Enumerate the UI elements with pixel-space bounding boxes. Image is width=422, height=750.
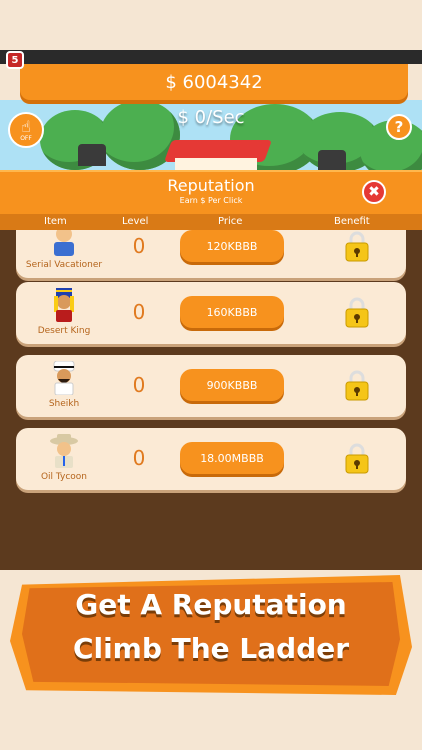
lock-icon [345, 297, 369, 328]
close-button[interactable]: ✖ [362, 180, 386, 204]
hand-pointer-icon: ☝ [21, 116, 31, 136]
list-item: Serial Vacationer 0 120KBBB [16, 230, 406, 278]
item-level: 0 [132, 446, 146, 470]
lock-icon [345, 231, 369, 262]
chimney [318, 150, 346, 172]
item-name: Oil Tycoon [40, 472, 88, 482]
column-benefit: Benefit [334, 216, 370, 227]
lock-icon [345, 370, 369, 401]
item-name: Sheikh [48, 399, 80, 409]
item-level: 0 [132, 300, 146, 324]
list-item: Desert King 0 160KBBB [16, 282, 406, 344]
sheikh-icon [53, 361, 75, 395]
item-name: Desert King [37, 326, 91, 336]
lock-icon [345, 443, 369, 474]
auto-click-button[interactable]: ☝ OFF [8, 112, 44, 148]
help-button[interactable]: ? [386, 114, 412, 140]
banner-line-1: Get A Reputation [75, 588, 347, 621]
buy-button[interactable]: 160KBBB [180, 296, 284, 328]
reputation-header: Reputation Earn $ Per Click ✖ [0, 170, 422, 216]
column-level: Level [122, 216, 149, 227]
level-badge: 5 [6, 51, 24, 69]
vacationer-icon [54, 230, 74, 256]
auto-click-state: OFF [20, 134, 32, 142]
list-item: Oil Tycoon 0 18.00MBBB [16, 428, 406, 490]
column-price: Price [218, 216, 243, 227]
list-item: Sheikh 0 900KBBB [16, 355, 406, 417]
income-per-second: $ 0/Sec [177, 107, 245, 128]
item-name: Serial Vacationer [25, 260, 103, 270]
tycoon-icon [50, 434, 78, 468]
reputation-title: Reputation [167, 176, 255, 195]
buy-button[interactable]: 18.00MBBB [180, 442, 284, 474]
money-display: $ 6004342 [20, 64, 408, 100]
column-item: Item [44, 216, 67, 227]
chimney [78, 144, 106, 166]
top-progress-bar [0, 50, 422, 64]
buy-button[interactable]: 120KBBB [180, 230, 284, 262]
buy-button[interactable]: 900KBBB [180, 369, 284, 401]
banner-line-2: Climb The Ladder [72, 632, 350, 665]
item-level: 0 [132, 234, 146, 258]
pharaoh-icon [54, 288, 74, 322]
column-headers: Item Level Price Benefit [0, 214, 422, 230]
reputation-subtitle: Earn $ Per Click [179, 196, 243, 205]
item-level: 0 [132, 373, 146, 397]
reputation-list[interactable]: Serial Vacationer 0 120KBBB Desert King … [0, 230, 422, 570]
